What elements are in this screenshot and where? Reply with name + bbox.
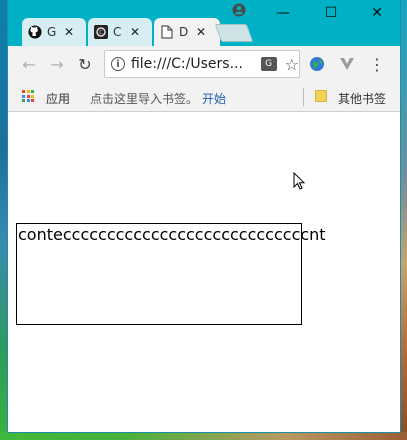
other-bookmarks[interactable]: 其他书签 xyxy=(338,90,386,107)
app-icon: C xyxy=(94,25,108,39)
bookmarks-divider xyxy=(303,88,304,106)
address-bar[interactable]: i file:///C:/Users... G ☆ xyxy=(104,50,300,78)
profile-icon[interactable] xyxy=(232,2,246,17)
tab-active-page[interactable]: D ✕ xyxy=(154,18,220,46)
bookmark-star-icon[interactable]: ☆ xyxy=(285,55,299,74)
tab-title: D xyxy=(179,25,189,39)
desktop-wallpaper-bottom xyxy=(0,432,407,440)
close-tab-icon[interactable]: ✕ xyxy=(64,25,74,39)
tab-title: G xyxy=(47,25,57,39)
close-tab-icon[interactable]: ✕ xyxy=(196,25,206,39)
apps-shortcut[interactable]: 应用 xyxy=(46,90,70,107)
tab-github[interactable]: G ✕ xyxy=(22,18,86,46)
folder-icon xyxy=(315,90,327,102)
reload-icon: ↻ xyxy=(78,54,92,74)
minimize-button[interactable]: — xyxy=(260,2,306,24)
svg-text:C: C xyxy=(99,30,103,36)
tab-app[interactable]: C C ✕ xyxy=(88,18,152,46)
close-icon: ✕ xyxy=(371,5,383,21)
start-import-link[interactable]: 开始 xyxy=(202,90,226,107)
translate-icon[interactable]: G xyxy=(260,57,277,71)
page-content: conteccccccccccccccccccccccccccccnt xyxy=(8,112,400,432)
browser-toolbar: ← → ↻ i file:///C:/Users... G ☆ ⋮ xyxy=(8,46,400,82)
extension-globe-icon[interactable] xyxy=(308,55,326,73)
back-button[interactable]: ← xyxy=(20,54,38,74)
minimize-icon: — xyxy=(276,5,290,21)
page-icon xyxy=(160,25,174,39)
extension-v-icon[interactable] xyxy=(338,55,356,73)
content-box: conteccccccccccccccccccccccccccccnt xyxy=(16,223,326,325)
github-icon xyxy=(28,25,42,39)
mouse-cursor-icon xyxy=(293,171,306,190)
site-info-icon[interactable]: i xyxy=(111,57,125,71)
more-menu-icon: ⋮ xyxy=(369,54,385,74)
address-text[interactable]: file:///C:/Users... xyxy=(131,56,251,72)
desktop-wallpaper-left xyxy=(0,0,8,440)
back-arrow-icon: ← xyxy=(22,54,36,74)
import-bookmarks-text: 点击这里导入书签。 xyxy=(90,92,199,106)
new-tab-button[interactable] xyxy=(214,24,254,42)
maximize-button[interactable]: ☐ xyxy=(308,2,354,24)
close-window-button[interactable]: ✕ xyxy=(354,2,400,24)
tab-title: C xyxy=(113,25,122,39)
apps-grid-icon[interactable] xyxy=(22,90,34,102)
menu-button[interactable]: ⋮ xyxy=(368,54,386,74)
browser-window: G ✕ C C ✕ D ✕ — ☐ ✕ ← → ↻ i file:///C:/U… xyxy=(8,0,400,432)
forward-arrow-icon: → xyxy=(50,54,64,74)
bookmarks-bar: 应用 点击这里导入书签。 开始 其他书签 xyxy=(8,82,400,112)
close-tab-icon[interactable]: ✕ xyxy=(130,25,140,39)
tab-strip: G ✕ C C ✕ D ✕ — ☐ ✕ xyxy=(8,0,400,46)
reload-button[interactable]: ↻ xyxy=(76,54,94,74)
desktop-wallpaper-right xyxy=(400,0,407,440)
forward-button[interactable]: → xyxy=(48,54,66,74)
maximize-icon: ☐ xyxy=(324,5,338,21)
